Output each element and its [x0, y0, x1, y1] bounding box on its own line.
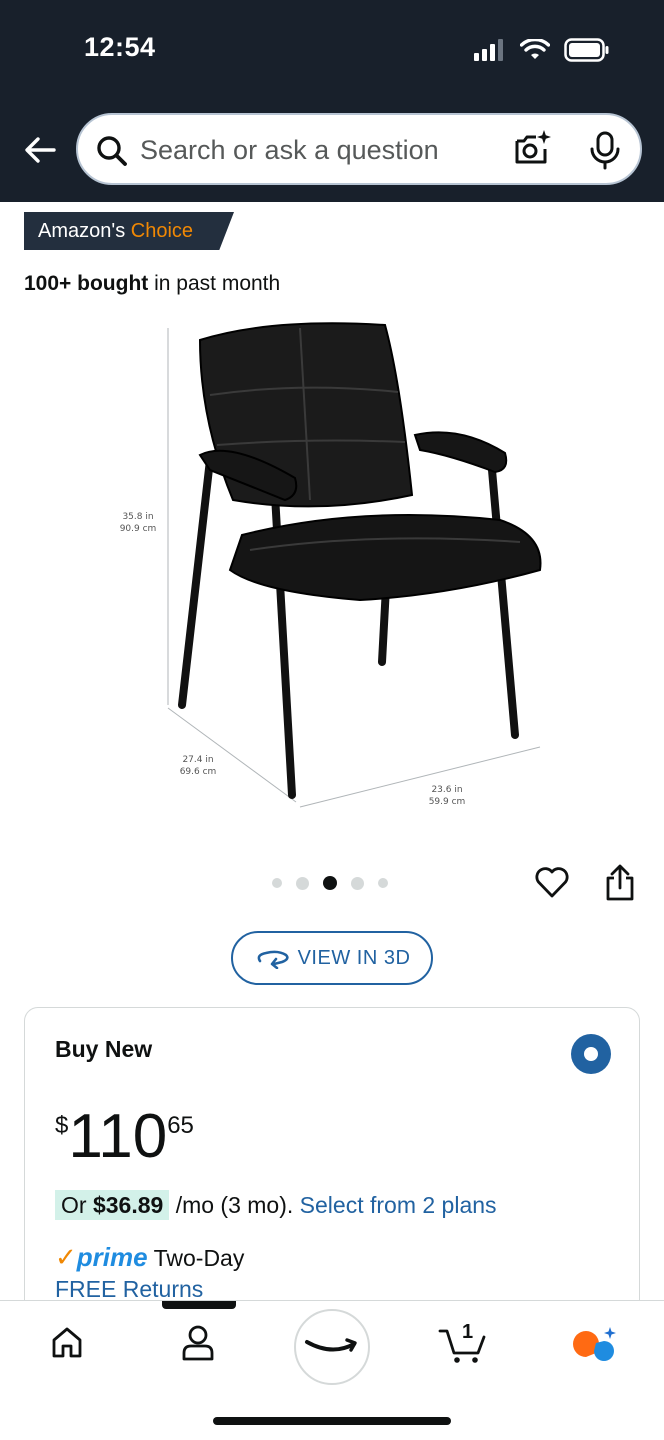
- delivery-speed: Two-Day: [153, 1245, 245, 1271]
- home-indicator: [213, 1417, 451, 1425]
- status-icons: [474, 38, 610, 62]
- back-arrow-icon[interactable]: [22, 132, 58, 168]
- search-placeholder: Search or ask a question: [140, 135, 439, 165]
- buy-new-title: Buy New: [55, 1036, 153, 1062]
- monthly-plan-line: Or $36.89 /mo (3 mo). Select from 2 plan…: [55, 1190, 497, 1220]
- dim-height-in: 35.8 in: [122, 512, 153, 522]
- price-fraction: 65: [167, 1112, 194, 1139]
- plan-prefix: Or: [61, 1192, 93, 1218]
- microphone-icon[interactable]: [588, 131, 622, 171]
- carousel-dot[interactable]: [296, 876, 309, 890]
- dim-width-cm: 59.9 cm: [429, 797, 466, 807]
- carousel-dot[interactable]: [272, 878, 282, 888]
- view-in-3d-button[interactable]: VIEW IN 3D: [231, 931, 433, 985]
- cellular-signal-icon: [474, 39, 503, 61]
- home-icon[interactable]: [50, 1325, 84, 1359]
- share-icon[interactable]: [604, 864, 636, 902]
- carousel-dot[interactable]: [351, 876, 364, 890]
- price: $11065: [55, 1106, 194, 1168]
- bought-count: 100+ bought in past month: [24, 272, 280, 296]
- amazon-smile-icon: [305, 1338, 357, 1352]
- buy-new-radio[interactable]: [571, 1034, 611, 1074]
- prime-delivery: ✓prime Two-Day: [55, 1242, 244, 1273]
- dim-depth-cm: 69.6 cm: [180, 767, 217, 777]
- product-image-chair[interactable]: 35.8 in 90.9 cm 27.4 in 69.6 cm 23.6 in …: [100, 310, 570, 830]
- search-bar[interactable]: Search or ask a question: [76, 113, 642, 185]
- heart-icon[interactable]: [534, 864, 570, 900]
- rotate-3d-icon: [257, 950, 289, 969]
- battery-icon: [564, 38, 609, 62]
- prime-check-icon: ✓: [55, 1242, 77, 1272]
- search-icon: [97, 136, 127, 166]
- dim-depth-in: 27.4 in: [182, 755, 213, 765]
- bottom-nav: 1: [0, 1300, 664, 1440]
- price-whole: 110: [68, 1102, 168, 1171]
- prime-label: prime: [76, 1242, 148, 1272]
- status-time: 12:54: [84, 32, 156, 62]
- free-returns-link[interactable]: FREE Returns: [55, 1276, 203, 1303]
- amazons-choice-badge: Amazon's Choice: [24, 212, 234, 250]
- image-carousel-dots[interactable]: [272, 876, 388, 890]
- plan-amount: $36.89: [92, 1192, 164, 1218]
- wifi-icon: [520, 39, 550, 59]
- prime-logo: ✓prime: [55, 1242, 148, 1273]
- plan-highlight: Or $36.89: [55, 1190, 170, 1220]
- account-icon[interactable]: [181, 1325, 215, 1361]
- buy-box-card[interactable]: Buy New $11065 Or $36.89 /mo (3 mo). Sel…: [24, 1007, 640, 1337]
- top-header: 12:54 Search or ask a question: [0, 0, 664, 202]
- rufus-assistant-icon[interactable]: [570, 1325, 618, 1365]
- badge-highlight: Choice: [130, 220, 194, 242]
- badge-prefix: Amazon's: [38, 220, 131, 242]
- carousel-dot[interactable]: [378, 878, 388, 888]
- view-in-3d-label: VIEW IN 3D: [297, 946, 411, 969]
- camera-lens-icon[interactable]: [512, 129, 552, 169]
- plan-terms: /mo (3 mo).: [169, 1192, 300, 1218]
- bought-rest: in past month: [148, 272, 281, 295]
- dim-width-in: 23.6 in: [431, 785, 462, 795]
- select-plans-link[interactable]: Select from 2 plans: [300, 1192, 497, 1218]
- dim-height-cm: 90.9 cm: [120, 524, 157, 534]
- amazon-smile-button[interactable]: [294, 1309, 370, 1385]
- price-currency: $: [55, 1112, 69, 1139]
- cart-count: 1: [462, 1321, 474, 1343]
- bought-bold: 100+ bought: [24, 272, 149, 295]
- carousel-dot-active[interactable]: [323, 876, 337, 890]
- active-tab-indicator: [162, 1301, 236, 1309]
- radio-selected-dot: [584, 1047, 598, 1061]
